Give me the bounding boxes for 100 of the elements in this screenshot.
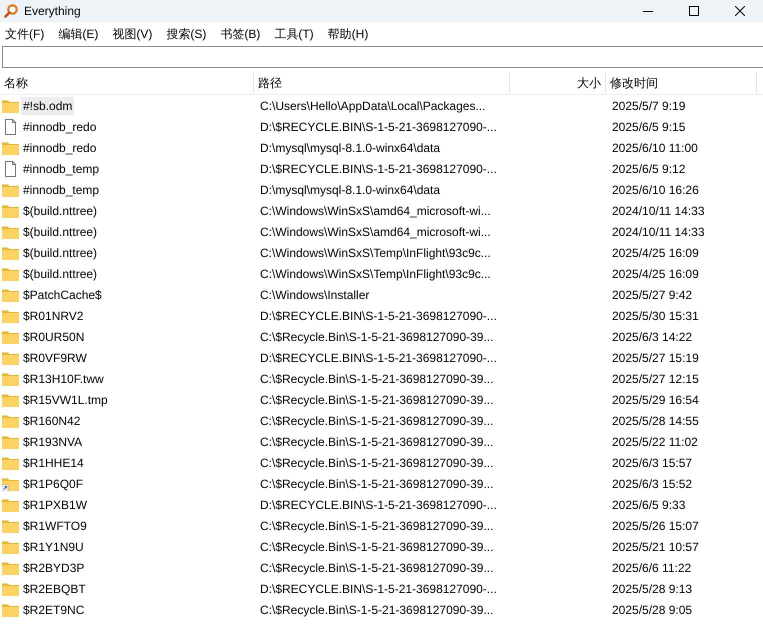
file-name[interactable]: #innodb_temp: [21, 180, 102, 198]
file-name[interactable]: #innodb_temp: [21, 160, 102, 178]
menu-item[interactable]: 搜索(S): [163, 26, 210, 42]
column-header[interactable]: 名称: [0, 72, 254, 94]
modified-cell-text: 2025/6/10 11:00: [611, 140, 699, 154]
file-icon: [2, 160, 19, 176]
folder-icon: [2, 204, 19, 218]
file-name[interactable]: $R0UR50N: [21, 328, 86, 346]
folder-icon: [2, 246, 19, 260]
modified-cell-text: 2025/5/30 15:31: [611, 308, 700, 322]
folder-icon: [2, 602, 19, 616]
modified-cell-text: 2025/6/3 14:22: [611, 330, 694, 344]
path-cell-text: C:\$Recycle.Bin\S-1-5-21-3698127090-39...: [259, 518, 494, 532]
file-name[interactable]: $(build.nttree): [21, 222, 100, 240]
modified-cell-text: 2025/6/5 9:15: [611, 120, 686, 134]
folder-icon: [2, 582, 19, 596]
file-name[interactable]: $R2ET9NC: [21, 600, 86, 618]
modified-cell-text: 2025/6/3 15:52: [611, 476, 694, 490]
modified-cell-text: 2025/5/28 14:55: [611, 414, 700, 428]
path-cell-text: D:\$RECYCLE.BIN\S-1-5-21-3698127090-...: [259, 582, 498, 596]
path-cell-text: C:\$Recycle.Bin\S-1-5-21-3698127090-39...: [259, 372, 494, 386]
folder-icon: [2, 560, 19, 574]
maximize-icon: [689, 6, 699, 16]
file-name[interactable]: $PatchCache$: [21, 286, 104, 304]
menu-item[interactable]: 工具(T): [271, 26, 317, 42]
file-name[interactable]: #innodb_redo: [21, 138, 98, 156]
menu-item[interactable]: 书签(B): [217, 26, 264, 42]
magnifier-icon: [4, 4, 18, 18]
modified-cell-text: 2025/5/28 9:05: [611, 602, 694, 616]
folder-icon: [2, 182, 19, 196]
modified-cell-text: 2025/6/3 15:57: [611, 456, 694, 470]
path-cell-text: C:\$Recycle.Bin\S-1-5-21-3698127090-39...: [259, 330, 494, 344]
file-name[interactable]: $R1HHE14: [21, 454, 86, 472]
path-cell-text: C:\Windows\WinSxS\Temp\InFlight\93c9c...: [259, 246, 492, 260]
file-name[interactable]: $R2BYD3P: [21, 558, 86, 576]
file-icon: [2, 118, 19, 134]
modified-cell-text: 2025/5/27 9:42: [611, 288, 694, 302]
file-name[interactable]: $R01NRV2: [21, 306, 86, 324]
path-cell-text: C:\$Recycle.Bin\S-1-5-21-3698127090-39...: [259, 414, 494, 428]
path-cell-text: D:\mysql\mysql-8.1.0-winx64\data: [259, 182, 442, 196]
file-name[interactable]: $R1WFTO9: [21, 516, 89, 534]
file-name[interactable]: $(build.nttree): [21, 264, 100, 282]
file-name[interactable]: $R15VW1L.tmp: [21, 390, 110, 408]
path-cell-text: D:\$RECYCLE.BIN\S-1-5-21-3698127090-...: [259, 350, 498, 364]
path-cell-text: D:\$RECYCLE.BIN\S-1-5-21-3698127090-...: [259, 308, 498, 322]
modified-cell-text: 2025/5/21 10:57: [611, 540, 700, 554]
folder-icon: [2, 266, 19, 280]
file-name[interactable]: $(build.nttree): [21, 244, 100, 262]
file-name[interactable]: $R160N42: [21, 412, 82, 430]
folder-icon: [2, 288, 19, 302]
close-icon: [735, 6, 745, 16]
folder-icon: [2, 350, 19, 364]
file-name[interactable]: #innodb_redo: [21, 118, 98, 136]
folder-icon: [2, 392, 19, 406]
folder-icon: [2, 308, 19, 322]
column-header[interactable]: 大小: [510, 72, 606, 94]
path-cell-text: C:\$Recycle.Bin\S-1-5-21-3698127090-39...: [259, 560, 494, 574]
modified-cell-text: 2025/4/25 16:09: [611, 246, 700, 260]
file-name[interactable]: $R193NVA: [21, 432, 84, 450]
path-cell-text: C:\Windows\Installer: [259, 288, 370, 302]
search-field[interactable]: [2, 46, 763, 68]
file-name[interactable]: #!sb.odm: [21, 96, 74, 114]
path-cell-text: C:\Windows\WinSxS\amd64_microsoft-wi...: [259, 204, 492, 218]
modified-cell-text: 2025/5/27 15:19: [611, 350, 700, 364]
path-cell-text: C:\$Recycle.Bin\S-1-5-21-3698127090-39...: [259, 434, 494, 448]
file-name[interactable]: $(build.nttree): [21, 202, 100, 220]
modified-cell-text: 2025/6/10 16:26: [611, 182, 700, 196]
file-name[interactable]: $R2EBQBT: [21, 580, 88, 598]
modified-cell-text: 2025/6/5 9:33: [611, 498, 686, 512]
folder-icon: [2, 456, 19, 470]
path-cell-text: C:\$Recycle.Bin\S-1-5-21-3698127090-39...: [259, 392, 494, 406]
file-name[interactable]: $R13H10F.tww: [21, 370, 106, 388]
modified-cell-text: 2025/5/26 15:07: [611, 518, 700, 532]
file-name[interactable]: $R1Y1N9U: [21, 538, 86, 556]
column-header[interactable]: 修改时间: [606, 72, 757, 94]
modified-cell-text: 2025/4/25 16:09: [611, 266, 700, 280]
path-cell-text: C:\Users\Hello\AppData\Local\Packages...: [259, 98, 486, 112]
path-cell-text: D:\$RECYCLE.BIN\S-1-5-21-3698127090-...: [259, 120, 498, 134]
path-cell-text: C:\$Recycle.Bin\S-1-5-21-3698127090-39...: [259, 456, 494, 470]
column-header[interactable]: 路径: [254, 72, 510, 94]
menu-item[interactable]: 编辑(E): [55, 26, 102, 42]
folder-icon: [2, 434, 19, 448]
file-name[interactable]: $R1P6Q0F: [21, 474, 86, 492]
path-cell-text: C:\Windows\WinSxS\Temp\InFlight\93c9c...: [259, 266, 492, 280]
file-name[interactable]: $R0VF9RW: [21, 348, 89, 366]
modified-cell-text: 2025/6/5 9:12: [611, 162, 686, 176]
menu-item[interactable]: 视图(V): [109, 26, 156, 42]
folder-icon: [2, 140, 19, 154]
folder-icon: [2, 330, 19, 344]
path-cell-text: C:\Windows\WinSxS\amd64_microsoft-wi...: [259, 224, 492, 238]
file-name[interactable]: $R1PXB1W: [21, 496, 90, 514]
window-title: Everything: [24, 4, 82, 18]
modified-cell-text: 2024/10/11 14:33: [611, 224, 706, 238]
path-cell-text: D:\$RECYCLE.BIN\S-1-5-21-3698127090-...: [259, 162, 498, 176]
path-cell-text: D:\mysql\mysql-8.1.0-winx64\data: [259, 140, 442, 154]
path-cell-text: D:\$RECYCLE.BIN\S-1-5-21-3698127090-...: [259, 498, 498, 512]
modified-cell-text: 2025/5/7 9:19: [611, 98, 686, 112]
menu-item[interactable]: 帮助(H): [324, 26, 372, 42]
menu-item[interactable]: 文件(F): [2, 26, 48, 42]
path-cell-text: C:\$Recycle.Bin\S-1-5-21-3698127090-39...: [259, 476, 494, 490]
